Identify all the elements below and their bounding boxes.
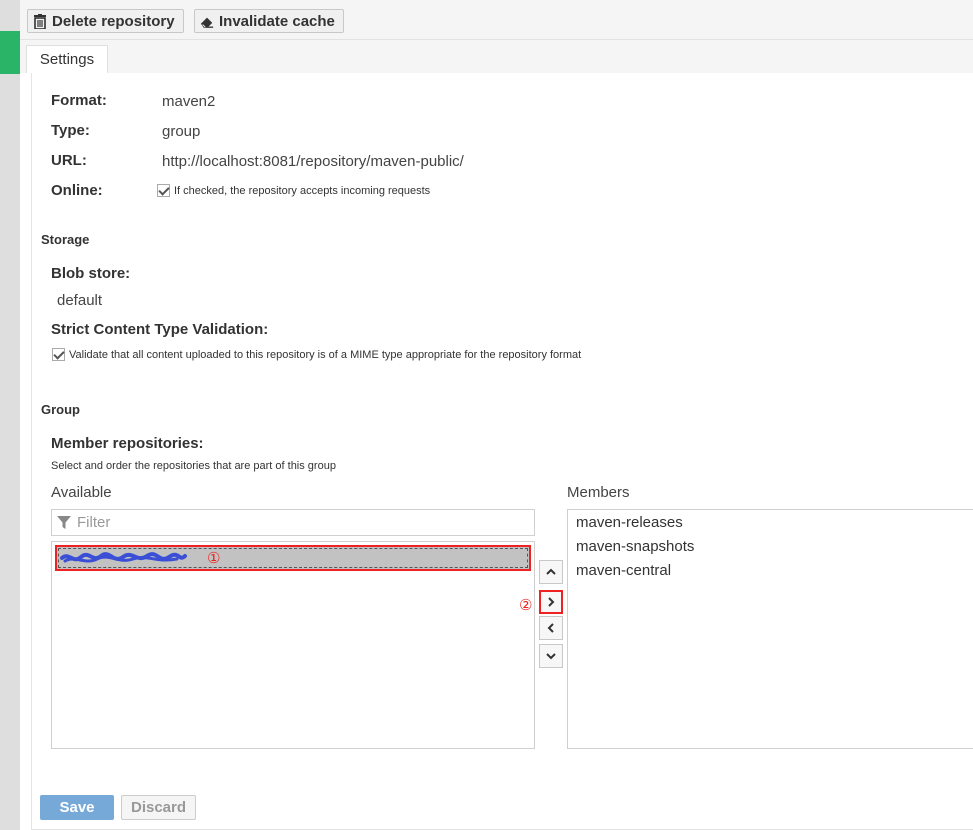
delete-repository-label: Delete repository (52, 12, 175, 30)
left-rail (0, 0, 20, 830)
chevron-right-icon (548, 597, 555, 607)
remove-from-members-button[interactable] (539, 616, 563, 640)
format-label: Format: (51, 92, 107, 109)
list-item[interactable]: maven-snapshots (576, 538, 694, 555)
member-repositories-label: Member repositories: (51, 435, 204, 452)
online-label: Online: (51, 182, 103, 199)
tab-settings[interactable]: Settings (26, 45, 108, 73)
invalidate-cache-label: Invalidate cache (219, 12, 335, 30)
filter-input[interactable]: Filter (51, 509, 535, 536)
members-list[interactable]: maven-releases maven-snapshots maven-cen… (567, 509, 973, 749)
available-list[interactable]: ① (51, 541, 535, 749)
type-value: group (162, 123, 201, 140)
storage-section-title: Storage (41, 232, 90, 247)
annotation-marker-two: ② (519, 597, 533, 614)
invalidate-cache-button[interactable]: Invalidate cache (194, 9, 344, 33)
available-label: Available (51, 484, 112, 501)
url-value: http://localhost:8081/repository/maven-p… (162, 153, 464, 170)
filter-icon (57, 516, 71, 529)
members-label: Members (567, 484, 630, 501)
online-checkbox[interactable] (157, 184, 170, 197)
online-checkbox-row: If checked, the repository accepts incom… (157, 184, 430, 197)
move-down-button[interactable] (539, 644, 563, 668)
eraser-icon (200, 17, 214, 28)
add-to-members-button[interactable] (539, 590, 563, 614)
chevron-down-icon (546, 653, 556, 660)
list-item[interactable]: maven-central (576, 562, 671, 579)
redaction-scribble (60, 552, 187, 563)
annotation-marker-one: ① (207, 550, 221, 567)
save-button[interactable]: Save (40, 795, 114, 820)
active-nav-indicator (0, 31, 20, 74)
chevron-up-icon (546, 568, 556, 575)
strict-validation-help: Validate that all content uploaded to th… (69, 348, 582, 361)
blob-store-label: Blob store: (51, 265, 131, 282)
chevron-left-icon (547, 623, 554, 633)
format-value: maven2 (162, 93, 216, 110)
delete-repository-button[interactable]: Delete repository (27, 9, 184, 33)
discard-button[interactable]: Discard (121, 795, 196, 820)
group-section-title: Group (41, 402, 80, 417)
strict-validation-row: Validate that all content uploaded to th… (52, 348, 581, 361)
toolbar: Delete repository Invalidate cache (20, 0, 973, 40)
blob-store-value: default (57, 292, 103, 309)
online-help: If checked, the repository accepts incom… (174, 184, 431, 197)
strict-validation-checkbox[interactable] (52, 348, 65, 361)
filter-placeholder: Filter (77, 514, 111, 531)
move-up-button[interactable] (539, 560, 563, 584)
strict-validation-label: Strict Content Type Validation: (51, 321, 269, 338)
list-item[interactable]: maven-releases (576, 514, 683, 531)
tab-bar: Settings (20, 40, 973, 73)
available-list-item-selected[interactable]: ① (55, 545, 531, 571)
type-label: Type: (51, 122, 90, 139)
trash-icon (34, 13, 46, 29)
url-label: URL: (51, 152, 87, 169)
member-repositories-help: Select and order the repositories that a… (51, 460, 336, 472)
